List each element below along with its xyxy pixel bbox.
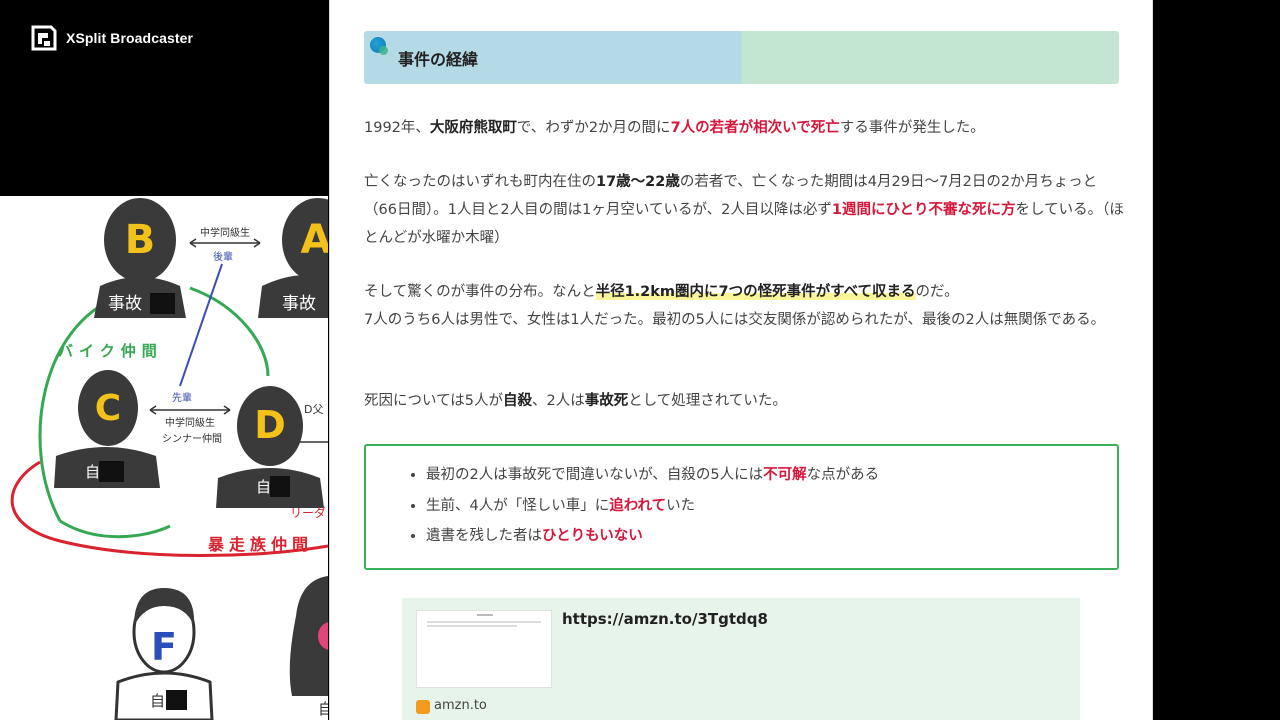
redaction-box: [99, 461, 124, 482]
person-d-caption: 自: [256, 478, 271, 496]
paragraph-1: 1992年、大阪府熊取町で、わずか2か月の間に7人の若者が相次いで死亡する事件が…: [364, 114, 1124, 142]
bike-group-label: バイク仲間: [58, 342, 163, 360]
person-b-caption: 事故: [108, 294, 142, 314]
person-c: C 自: [54, 370, 160, 488]
senpai-label: 先輩: [172, 391, 192, 404]
emphasis-text: 追われて: [609, 497, 667, 514]
person-f-caption: 自: [150, 692, 165, 710]
text: として処理されていた。: [628, 393, 787, 409]
link-url[interactable]: https://amzn.to/3Tgtdq8: [562, 610, 768, 628]
person-g: 自: [289, 576, 328, 718]
cd-relation-label-1: 中学同級生: [165, 416, 215, 429]
paragraph-3: そして驚くのが事件の分布。なんと半径1.2km圏内に7つの怪死事件がすべて収まる…: [364, 278, 1124, 334]
person-g-caption: 自: [318, 700, 328, 718]
gang-group-label: 暴走族仲間: [207, 535, 313, 554]
link-thumbnail[interactable]: [416, 610, 552, 688]
emphasis-text: 不可解: [763, 467, 807, 483]
text: 死因については5人が: [364, 393, 503, 409]
list-item: 遺書を残した者はひとりもいない: [426, 521, 1117, 552]
paragraph-2: 亡くなったのはいずれも町内在住の17歳～22歳の若者で、亡くなった期間は4月29…: [364, 168, 1124, 252]
bold-text: 17歳～22歳: [596, 174, 680, 190]
xsplit-logo-icon: [31, 25, 57, 51]
bike-group-arc-bottom: [59, 519, 171, 539]
xsplit-brand: XSplit Broadcaster: [30, 24, 193, 52]
paragraph-4: 死因については5人が自殺、2人は事故死として処理されていた。: [364, 387, 1124, 415]
redaction-box: [166, 690, 187, 710]
person-a: A 事故: [258, 198, 328, 318]
section-title: 事件の経緯: [398, 50, 479, 69]
person-c-letter: C: [95, 388, 121, 429]
ab-relation-label: 中学同級生: [200, 226, 250, 239]
cd-relation-label-2: シンナー仲間: [162, 432, 222, 445]
person-b-letter: B: [125, 217, 156, 263]
bold-text: 事故死: [584, 393, 629, 409]
highlighted-text: 半径1.2km圏内に7つの怪死事件がすべて収まる: [595, 284, 916, 300]
app-name: XSplit Broadcaster: [66, 30, 194, 46]
list-item: 生前、4人が「怪しい車」に追われていた: [426, 491, 1117, 522]
emphasis-text: ひとりもいない: [542, 528, 643, 544]
relationship-diagram: B 事故 A 事故 中学同級生 後輩 先輩 バイク仲間 C 自 中学同級生 シン…: [0, 196, 328, 720]
emphasis-text: 7人の若者が相次いで死亡: [670, 120, 840, 136]
key-points-box: 最初の2人は事故死で間違いないが、自殺の5人には不可解な点がある 生前、4人が「…: [364, 444, 1119, 570]
text: 遺書を残した者は: [426, 528, 542, 544]
person-a-caption: 事故: [282, 294, 316, 314]
link-domain: amzn.to: [434, 698, 487, 713]
senpai-kohai-line: [179, 263, 223, 387]
link-card[interactable]: https://amzn.to/3Tgtdq8 amzn.to: [402, 598, 1080, 720]
text: な点がある: [806, 467, 880, 483]
person-d-letter: D: [254, 403, 286, 447]
text: 、2人は: [532, 393, 585, 409]
kohai-label: 後輩: [213, 250, 233, 263]
d-father-label: D父: [304, 403, 323, 416]
emphasis-text: 1週間にひとり不審な死に方: [831, 202, 1016, 218]
text: 最初の2人は事故死で間違いないが、自殺の5人には: [426, 467, 764, 483]
bike-group-arc-right: [189, 286, 270, 377]
person-a-letter: A: [301, 217, 328, 263]
text: 生前、4人が「怪しい車」に: [426, 497, 610, 514]
text: いた: [666, 497, 696, 514]
text: のだ。: [915, 284, 959, 300]
list-item: 最初の2人は事故死で間違いないが、自殺の5人には不可解な点がある: [426, 460, 1117, 491]
redaction-box: [150, 293, 175, 314]
person-b: B 事故: [94, 198, 186, 318]
person-c-caption: 自: [85, 463, 100, 481]
amazon-favicon-icon: [416, 700, 430, 714]
text: 亡くなったのはいずれも町内在住の: [364, 174, 596, 190]
article-panel: 事件の経緯 1992年、大阪府熊取町で、わずか2か月の間に7人の若者が相次いで死…: [329, 0, 1153, 720]
person-f: F 自: [114, 588, 214, 720]
redaction-box: [270, 476, 290, 497]
bold-text: 大阪府熊取町: [429, 120, 517, 136]
text: そして驚くのが事件の分布。なんと: [364, 284, 596, 300]
text: で、わずか2か月の間に: [516, 120, 671, 136]
leader-label: リーダ: [290, 505, 326, 520]
text: 7人のうち6人は男性で、女性は1人だった。最初の5人には交友関係が認められたが、…: [364, 312, 1106, 328]
section-heading: 事件の経緯: [364, 31, 1119, 84]
text: する事件が発生した。: [839, 120, 985, 136]
text: 1992年、: [364, 120, 430, 136]
person-f-letter: F: [151, 625, 177, 669]
bold-text: 自殺: [503, 393, 532, 409]
heading-bullet-icon: [370, 37, 388, 55]
